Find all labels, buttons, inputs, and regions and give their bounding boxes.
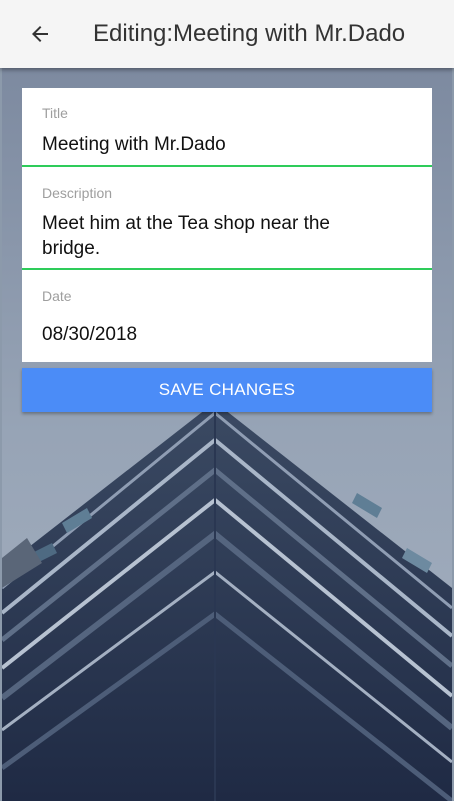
description-line-2: bridge. (42, 238, 101, 259)
edit-form-card: Title Meeting with Mr.Dado Description M… (22, 88, 432, 362)
description-line-1: Meet him at the Tea shop near the (42, 213, 330, 234)
arrow-left-icon (32, 26, 48, 42)
title-underline (22, 165, 432, 167)
description-underline (22, 268, 432, 270)
title-field[interactable]: Meeting with Mr.Dado (42, 132, 372, 157)
date-field[interactable]: 08/30/2018 (42, 322, 372, 347)
app-bar: Editing:Meeting with Mr.Dado (0, 0, 454, 68)
description-label: Description (42, 185, 113, 201)
page-title: Editing:Meeting with Mr.Dado (93, 20, 406, 47)
back-button[interactable] (20, 14, 60, 54)
title-label: Title (42, 105, 68, 121)
edit-event-screen: Editing:Meeting with Mr.Dado Title Meeti… (0, 0, 454, 801)
description-field[interactable]: Meet him at the Tea shop near the bridge… (42, 211, 372, 261)
save-changes-button[interactable]: SAVE CHANGES (22, 368, 432, 412)
date-label: Date (42, 288, 72, 304)
